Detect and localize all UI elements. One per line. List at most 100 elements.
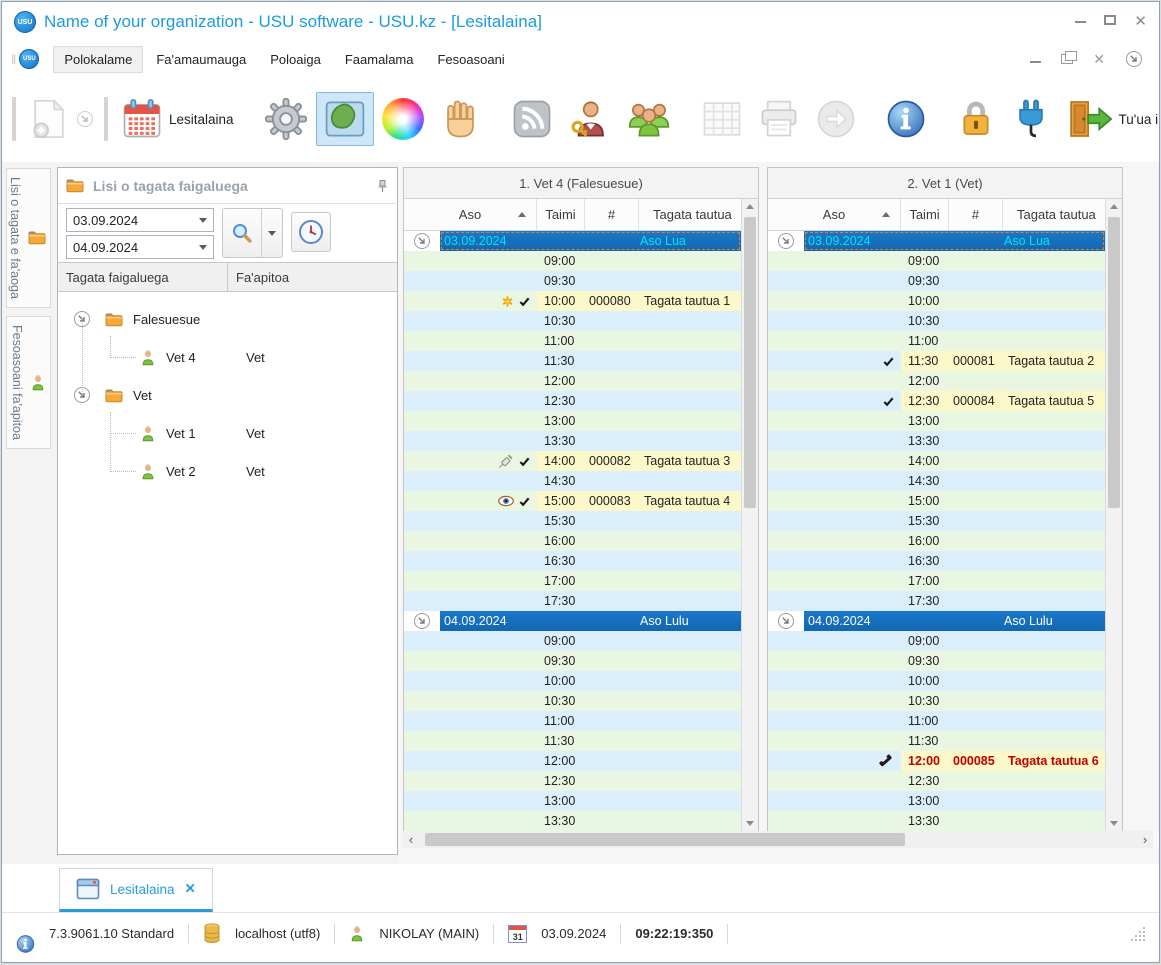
menu-item-poloaiga[interactable]: Poloaiga bbox=[259, 46, 332, 73]
schedule-row[interactable]: 12:00 bbox=[404, 751, 742, 771]
schedule-row[interactable]: 14:30 bbox=[768, 471, 1106, 491]
collapse-button[interactable] bbox=[768, 231, 804, 251]
close-button[interactable]: ✕ bbox=[1134, 14, 1147, 29]
scrollbar-thumb[interactable] bbox=[1108, 217, 1120, 508]
slot-time[interactable]: 14:30 bbox=[901, 471, 949, 491]
info-icon[interactable] bbox=[16, 924, 35, 953]
date-from-input[interactable]: 03.09.2024 bbox=[66, 208, 214, 232]
collapse-button[interactable] bbox=[404, 231, 440, 251]
slot-time[interactable]: 16:30 bbox=[901, 551, 949, 571]
schedule-row[interactable]: 12:00 000085 Tagata tautua 6 bbox=[768, 751, 1106, 771]
schedule-row[interactable]: 10:30 bbox=[768, 691, 1106, 711]
slot-time[interactable]: 10:00 bbox=[901, 671, 949, 691]
column-header-taimi[interactable]: Taimi bbox=[901, 199, 949, 230]
slot-time[interactable]: 13:30 bbox=[901, 431, 949, 451]
slot-time[interactable]: 11:00 bbox=[901, 331, 949, 351]
slot-time[interactable]: 09:00 bbox=[537, 251, 585, 271]
schedule-row[interactable]: 11:30 bbox=[404, 351, 742, 371]
scroll-left-arrow[interactable]: ‹ bbox=[403, 832, 419, 847]
date-group-row[interactable]: 03.09.2024 Aso Lua bbox=[404, 231, 742, 251]
slot-time[interactable]: 13:30 bbox=[537, 811, 585, 831]
column-header-aso[interactable]: Aso bbox=[404, 199, 537, 230]
slot-time[interactable]: 14:00 bbox=[901, 451, 949, 471]
feed-button[interactable] bbox=[504, 93, 560, 145]
hand-pan-button[interactable] bbox=[432, 92, 490, 146]
search-button[interactable] bbox=[222, 208, 283, 258]
slot-time[interactable]: 12:30 bbox=[537, 391, 585, 411]
menu-item-faamalama[interactable]: Faamalama bbox=[334, 46, 425, 73]
schedule-row[interactable]: 13:30 bbox=[404, 431, 742, 451]
vertical-scrollbar[interactable] bbox=[1105, 199, 1122, 831]
slot-time[interactable]: 16:00 bbox=[537, 531, 585, 551]
toolbar-dropdown-button[interactable] bbox=[76, 110, 94, 128]
schedule-row[interactable]: 11:00 bbox=[404, 711, 742, 731]
tree-employee-row[interactable]: Vet 2 Vet bbox=[58, 452, 397, 490]
schedule-row[interactable]: 17:30 bbox=[768, 591, 1106, 611]
menu-logo-icon[interactable]: USU bbox=[19, 49, 40, 69]
tree-employee-row[interactable]: Vet 4 Vet bbox=[58, 338, 397, 376]
user-access-button[interactable] bbox=[560, 92, 618, 146]
schedule-row[interactable]: 13:30 bbox=[768, 811, 1106, 831]
map-view-button[interactable] bbox=[315, 92, 374, 146]
scroll-right-arrow[interactable]: › bbox=[1137, 832, 1153, 847]
slot-number[interactable]: 000085 bbox=[949, 751, 1003, 771]
table-button[interactable] bbox=[694, 94, 750, 144]
slot-client[interactable]: Tagata tautua 5 bbox=[1003, 391, 1106, 411]
column-header-aso[interactable]: Aso bbox=[768, 199, 901, 230]
schedule-row[interactable]: 10:30 bbox=[768, 311, 1106, 331]
date-to-input[interactable]: 04.09.2024 bbox=[66, 235, 214, 259]
scroll-down-arrow[interactable] bbox=[1106, 816, 1122, 831]
scrollbar-thumb[interactable] bbox=[744, 217, 756, 508]
schedule-row[interactable]: 11:00 bbox=[404, 331, 742, 351]
schedule-row[interactable]: 13:30 bbox=[404, 811, 742, 831]
column-header-client[interactable]: Tagata tautua bbox=[1003, 199, 1105, 230]
slot-time[interactable]: 10:30 bbox=[537, 691, 585, 711]
schedule-row[interactable]: 13:00 bbox=[404, 411, 742, 431]
schedule-row[interactable]: 10:00 bbox=[768, 291, 1106, 311]
slot-time[interactable]: 13:00 bbox=[537, 791, 585, 811]
slot-number[interactable]: 000083 bbox=[585, 491, 639, 511]
slot-time[interactable]: 13:00 bbox=[537, 411, 585, 431]
schedule-row[interactable]: 11:00 bbox=[768, 331, 1106, 351]
forward-button[interactable] bbox=[808, 93, 864, 145]
column-header-taimi[interactable]: Taimi bbox=[537, 199, 585, 230]
slot-time[interactable]: 17:00 bbox=[537, 571, 585, 591]
schedule-row[interactable]: 09:00 bbox=[404, 251, 742, 271]
slot-time[interactable]: 13:00 bbox=[901, 791, 949, 811]
new-document-button[interactable] bbox=[22, 92, 76, 146]
menu-item-polokalame[interactable]: Polokalame bbox=[53, 45, 144, 73]
resize-grip[interactable] bbox=[1131, 926, 1145, 941]
exit-button[interactable]: Tu'ua i fafo bbox=[1058, 92, 1159, 146]
slot-time[interactable]: 17:00 bbox=[901, 571, 949, 591]
slot-time[interactable]: 10:30 bbox=[901, 311, 949, 331]
schedule-row[interactable]: 14:00 bbox=[768, 451, 1106, 471]
color-scheme-button[interactable] bbox=[374, 92, 432, 146]
slot-time[interactable]: 10:00 bbox=[537, 671, 585, 691]
column-header-number[interactable]: # bbox=[585, 199, 639, 230]
slot-time[interactable]: 11:30 bbox=[901, 351, 949, 371]
schedule-row[interactable]: 11:30 bbox=[768, 731, 1106, 751]
slot-time[interactable]: 12:00 bbox=[537, 371, 585, 391]
slot-time[interactable]: 12:00 bbox=[537, 751, 585, 771]
schedule-row[interactable]: 15:00 000083 Tagata tautua 4 bbox=[404, 491, 742, 511]
tab-lesitalaina[interactable]: Lesitalaina ✕ bbox=[59, 868, 213, 912]
scroll-down-arrow[interactable] bbox=[742, 816, 758, 831]
schedule-row[interactable]: 09:00 bbox=[404, 631, 742, 651]
slot-time[interactable]: 12:30 bbox=[537, 771, 585, 791]
schedule-row[interactable]: 12:30 bbox=[768, 771, 1106, 791]
mdi-restore-button[interactable] bbox=[1061, 51, 1078, 64]
schedule-row[interactable]: 10:00 000080 Tagata tautua 1 bbox=[404, 291, 742, 311]
collapse-button[interactable] bbox=[404, 611, 440, 631]
slot-time[interactable]: 10:30 bbox=[901, 691, 949, 711]
schedule-row[interactable]: 13:00 bbox=[768, 411, 1106, 431]
slot-number[interactable]: 000084 bbox=[949, 391, 1003, 411]
slot-time[interactable]: 16:30 bbox=[537, 551, 585, 571]
schedule-row[interactable]: 10:30 bbox=[404, 311, 742, 331]
slot-time[interactable]: 13:30 bbox=[537, 431, 585, 451]
schedule-row[interactable]: 12:30 000084 Tagata tautua 5 bbox=[768, 391, 1106, 411]
slot-time[interactable]: 13:30 bbox=[901, 811, 949, 831]
mdi-minimize-button[interactable] bbox=[1030, 55, 1042, 63]
schedule-row[interactable]: 10:00 bbox=[404, 671, 742, 691]
side-tab-1[interactable]: Lisi o tagata e fa'aoga bbox=[6, 168, 51, 308]
slot-time[interactable]: 11:30 bbox=[537, 351, 585, 371]
